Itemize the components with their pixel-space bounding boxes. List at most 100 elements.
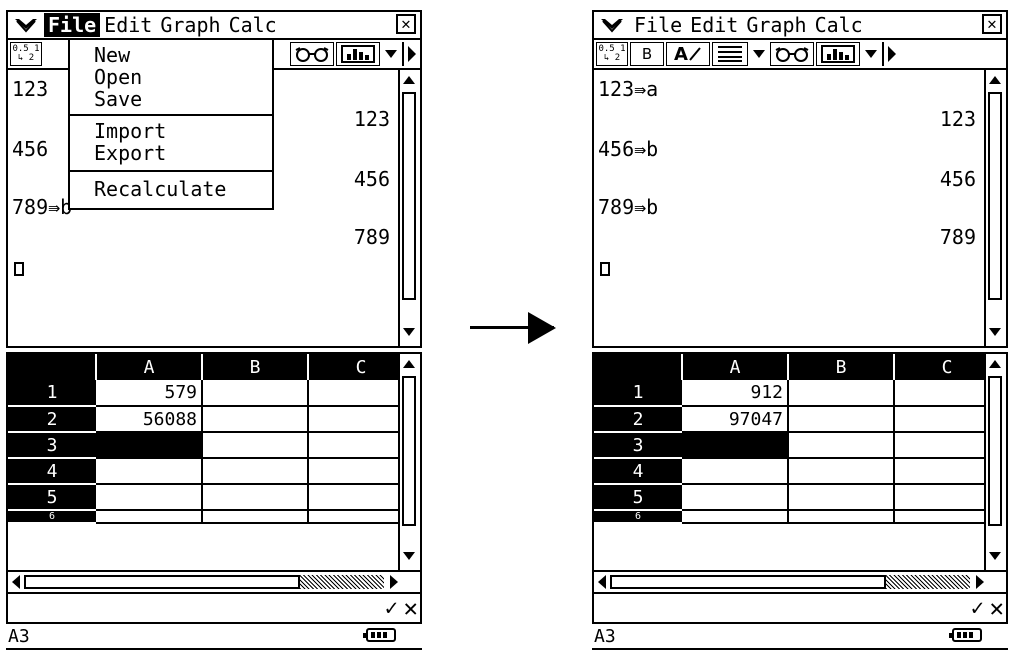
scroll-thumb[interactable]: [988, 376, 1002, 526]
font-edit-icon[interactable]: A: [666, 42, 710, 66]
row-header[interactable]: 6: [594, 510, 682, 524]
menu-item-open[interactable]: Open: [94, 66, 142, 88]
cell-b2[interactable]: [788, 406, 895, 433]
spreadsheet[interactable]: A B C 1 579 2 56088 3 4 5 6: [6, 352, 422, 572]
main-vertical-scrollbar[interactable]: [984, 70, 1004, 346]
row-header[interactable]: 5: [8, 484, 96, 511]
menu-item-new[interactable]: New: [94, 44, 130, 66]
bold-icon[interactable]: B: [630, 42, 664, 66]
scroll-right-icon[interactable]: [974, 574, 986, 594]
cell-a3-selected[interactable]: [682, 432, 789, 459]
cell-b1[interactable]: [788, 380, 895, 407]
cell-a2[interactable]: 56088: [96, 406, 203, 433]
cell-b6[interactable]: [202, 510, 309, 524]
graph-icon[interactable]: [336, 42, 380, 66]
cell-b5[interactable]: [788, 484, 895, 511]
dropdown-arrow-icon[interactable]: [862, 42, 880, 66]
menu-edit[interactable]: Edit: [100, 13, 156, 37]
menu-item-import[interactable]: Import: [94, 120, 166, 142]
sheet-horizontal-scrollbar[interactable]: [592, 572, 1008, 594]
scroll-down-icon[interactable]: [400, 546, 418, 566]
column-header-b[interactable]: B: [788, 354, 895, 380]
scroll-thumb[interactable]: [402, 92, 416, 300]
scroll-down-icon[interactable]: [400, 322, 418, 342]
scroll-thumb[interactable]: [988, 92, 1002, 300]
horizontal-scroll-thumb[interactable]: [24, 575, 300, 589]
sheet-vertical-scrollbar[interactable]: [984, 354, 1004, 570]
cell-a4[interactable]: [96, 458, 203, 485]
align-icon[interactable]: [712, 42, 748, 66]
dropdown-arrow-icon[interactable]: [750, 42, 768, 66]
cell-entry-bar[interactable]: ✓ ✕: [6, 594, 422, 624]
menu-chevron-icon[interactable]: [594, 13, 630, 37]
spreadsheet[interactable]: A B C 1 912 2 97047 3 4 5 6: [592, 352, 1008, 572]
cell-b2[interactable]: [202, 406, 309, 433]
row-header[interactable]: 1: [594, 380, 682, 407]
column-header-a[interactable]: A: [96, 354, 203, 380]
view-glasses-icon[interactable]: [770, 42, 814, 66]
cancel-icon[interactable]: ✕: [990, 594, 1004, 622]
cell-b6[interactable]: [788, 510, 895, 524]
scroll-left-icon[interactable]: [596, 574, 608, 594]
sheet-horizontal-scrollbar[interactable]: [6, 572, 422, 594]
cell-b3[interactable]: [202, 432, 309, 459]
scroll-left-icon[interactable]: [10, 574, 22, 594]
horizontal-scroll-thumb[interactable]: [610, 575, 886, 589]
menu-item-save[interactable]: Save: [94, 88, 142, 110]
scroll-thumb[interactable]: [402, 376, 416, 526]
scroll-down-icon[interactable]: [986, 322, 1004, 342]
menu-file[interactable]: File: [630, 13, 686, 37]
sheet-vertical-scrollbar[interactable]: [398, 354, 418, 570]
cell-a5[interactable]: [682, 484, 789, 511]
menu-file[interactable]: File: [44, 13, 101, 37]
right-arrow-icon[interactable]: [402, 42, 420, 66]
cancel-icon[interactable]: ✕: [404, 594, 418, 622]
dropdown-arrow-icon[interactable]: [382, 42, 400, 66]
cell-a5[interactable]: [96, 484, 203, 511]
cell-b1[interactable]: [202, 380, 309, 407]
cell-a6[interactable]: [96, 510, 203, 524]
menu-calc[interactable]: Calc: [811, 13, 867, 37]
scroll-up-icon[interactable]: [986, 70, 1004, 90]
row-header[interactable]: 4: [8, 458, 96, 485]
scroll-right-icon[interactable]: [388, 574, 400, 594]
row-header[interactable]: 2: [8, 406, 96, 433]
column-header-a[interactable]: A: [682, 354, 789, 380]
cell-a2[interactable]: 97047: [682, 406, 789, 433]
menu-calc[interactable]: Calc: [225, 13, 281, 37]
check-icon[interactable]: ✓: [971, 596, 984, 621]
cell-b3[interactable]: [788, 432, 895, 459]
menu-chevron-icon[interactable]: [8, 13, 44, 37]
menu-item-recalculate[interactable]: Recalculate: [94, 178, 226, 200]
menu-item-export[interactable]: Export: [94, 142, 166, 164]
row-header[interactable]: 2: [594, 406, 682, 433]
cell-a4[interactable]: [682, 458, 789, 485]
scroll-up-icon[interactable]: [400, 70, 418, 90]
menu-edit[interactable]: Edit: [686, 13, 742, 37]
view-glasses-icon[interactable]: [290, 42, 334, 66]
cell-entry-bar[interactable]: ✓ ✕: [592, 594, 1008, 624]
row-header[interactable]: 1: [8, 380, 96, 407]
scroll-down-icon[interactable]: [986, 546, 1004, 566]
row-header[interactable]: 6: [8, 510, 96, 524]
cell-b4[interactable]: [788, 458, 895, 485]
row-header[interactable]: 4: [594, 458, 682, 485]
row-header[interactable]: 5: [594, 484, 682, 511]
row-header[interactable]: 3: [8, 432, 96, 459]
main-work-area[interactable]: 123⇛a 123 456⇛b 456 789⇛b 789: [592, 70, 1008, 348]
cell-b5[interactable]: [202, 484, 309, 511]
fraction-icon[interactable]: 0.5 1 ↳ 2: [596, 42, 628, 66]
right-arrow-icon[interactable]: [882, 42, 900, 66]
cell-a3-selected[interactable]: [96, 432, 203, 459]
menu-graph[interactable]: Graph: [156, 13, 224, 37]
close-icon[interactable]: ✕: [396, 14, 416, 34]
cell-a6[interactable]: [682, 510, 789, 524]
cell-a1[interactable]: 579: [96, 380, 203, 407]
close-icon[interactable]: ✕: [982, 14, 1002, 34]
scroll-up-icon[interactable]: [400, 354, 418, 374]
column-header-b[interactable]: B: [202, 354, 309, 380]
check-icon[interactable]: ✓: [385, 596, 398, 621]
main-vertical-scrollbar[interactable]: [398, 70, 418, 346]
row-header[interactable]: 3: [594, 432, 682, 459]
menu-graph[interactable]: Graph: [742, 13, 810, 37]
